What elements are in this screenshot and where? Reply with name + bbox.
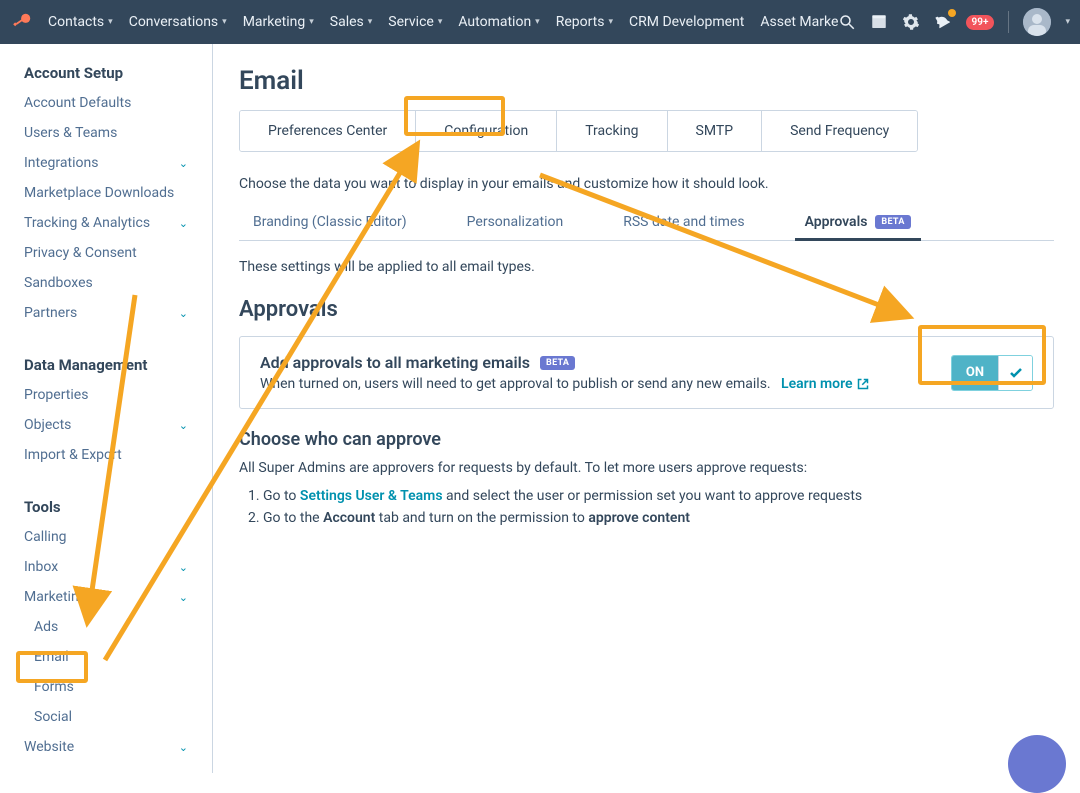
beta-badge: BETA <box>540 356 575 370</box>
caret-down-icon: ▾ <box>368 17 373 27</box>
sidebar-item-marketplace-downloads[interactable]: Marketplace Downloads <box>0 178 212 208</box>
sidebar-section-tools: Tools <box>0 488 212 522</box>
chevron-down-icon: ⌄ <box>179 419 188 432</box>
subtab-personalization[interactable]: Personalization <box>457 214 574 240</box>
steps-list: Go to Settings User & Teams and select t… <box>239 488 1054 526</box>
chevron-down-icon: ⌄ <box>179 591 188 604</box>
sidebar-item-users-teams[interactable]: Users & Teams <box>0 118 212 148</box>
settings-users-teams-link[interactable]: Settings User & Teams <box>300 488 443 504</box>
chevron-down-icon: ⌄ <box>179 741 188 754</box>
sidebar-section-data-management: Data Management <box>0 346 212 380</box>
search-icon[interactable] <box>838 13 856 31</box>
settings-icon[interactable] <box>902 13 920 31</box>
approvals-panel: Add approvals to all marketing emails BE… <box>239 336 1054 409</box>
sidebar-item-inbox[interactable]: Inbox⌄ <box>0 552 212 582</box>
sidebar-item-calling[interactable]: Calling <box>0 522 212 552</box>
panel-title: Add approvals to all marketing emails BE… <box>260 353 951 372</box>
chevron-down-icon: ⌄ <box>179 561 188 574</box>
sidebar-item-sandboxes[interactable]: Sandboxes <box>0 268 212 298</box>
sidebar-item-objects[interactable]: Objects⌄ <box>0 410 212 440</box>
external-link-icon <box>857 378 869 390</box>
main-content: Email Preferences Center Configuration T… <box>213 44 1080 773</box>
notifications-icon[interactable] <box>934 13 952 31</box>
tab-preferences-center[interactable]: Preferences Center <box>240 111 416 151</box>
caret-down-icon: ▾ <box>222 17 227 27</box>
tab-send-frequency[interactable]: Send Frequency <box>762 111 917 151</box>
tab-tracking[interactable]: Tracking <box>557 111 667 151</box>
nav-automation[interactable]: Automation▾ <box>458 14 539 30</box>
approvals-toggle[interactable]: ON <box>951 355 1033 391</box>
chevron-down-icon: ⌄ <box>179 217 188 230</box>
sidebar-item-website[interactable]: Website⌄ <box>0 732 212 762</box>
sidebar-item-integrations[interactable]: Integrations⌄ <box>0 148 212 178</box>
choose-approver-text: All Super Admins are approvers for reque… <box>239 460 1054 476</box>
sidebar-item-marketing-tools[interactable]: Marketing⌄ <box>0 582 212 612</box>
nav-conversations[interactable]: Conversations▾ <box>129 14 227 30</box>
approvals-heading: Approvals <box>239 297 1054 322</box>
sidebar-item-import-export[interactable]: Import & Export <box>0 440 212 470</box>
nav-asset-marketplace[interactable]: Asset Marketplace▾ <box>760 14 837 30</box>
nav-reports[interactable]: Reports▾ <box>556 14 613 30</box>
caret-down-icon: ▾ <box>309 17 314 27</box>
sidebar-subitem-email[interactable]: Email <box>0 642 212 672</box>
user-avatar[interactable] <box>1023 8 1051 36</box>
tab-smtp[interactable]: SMTP <box>668 111 763 151</box>
learn-more-link[interactable]: Learn more <box>781 376 868 392</box>
sidebar-item-properties[interactable]: Properties <box>0 380 212 410</box>
nav-items: Contacts▾ Conversations▾ Marketing▾ Sale… <box>48 14 838 30</box>
toggle-on-label: ON <box>952 356 998 390</box>
subtab-approvals-label: Approvals <box>805 214 868 230</box>
subtab-branding[interactable]: Branding (Classic Editor) <box>243 214 417 240</box>
divider <box>1008 11 1009 33</box>
chat-bubble[interactable] <box>1008 735 1066 793</box>
page-title: Email <box>239 66 1054 96</box>
subtab-approvals[interactable]: Approvals BETA <box>795 214 921 240</box>
subtab-rss[interactable]: RSS date and times <box>613 214 754 240</box>
chevron-down-icon: ⌄ <box>179 157 188 170</box>
settings-note: These settings will be applied to all em… <box>239 259 1054 275</box>
tab-configuration[interactable]: Configuration <box>416 111 557 151</box>
marketplace-icon[interactable] <box>870 13 888 31</box>
caret-down-icon: ▾ <box>438 17 443 27</box>
nav-crm-development[interactable]: CRM Development <box>629 14 744 30</box>
sidebar-subitem-social[interactable]: Social <box>0 702 212 732</box>
nav-sales[interactable]: Sales▾ <box>330 14 373 30</box>
notification-count-badge[interactable]: 99+ <box>966 15 995 30</box>
step-2: Go to the Account tab and turn on the pe… <box>263 510 1054 526</box>
hubspot-logo[interactable] <box>10 10 34 34</box>
check-icon <box>998 356 1032 390</box>
step-1: Go to Settings User & Teams and select t… <box>263 488 1054 504</box>
sidebar-item-privacy-consent[interactable]: Privacy & Consent <box>0 238 212 268</box>
nav-right: 99+ ▾ <box>838 8 1070 36</box>
choose-approver-heading: Choose who can approve <box>239 429 1054 450</box>
chevron-down-icon: ⌄ <box>179 307 188 320</box>
caret-down-icon: ▾ <box>535 17 540 27</box>
sidebar-item-partners[interactable]: Partners⌄ <box>0 298 212 328</box>
nav-marketing[interactable]: Marketing▾ <box>243 14 314 30</box>
sidebar-item-tracking-analytics[interactable]: Tracking & Analytics⌄ <box>0 208 212 238</box>
beta-badge: BETA <box>875 215 910 229</box>
caret-down-icon[interactable]: ▾ <box>1065 17 1070 27</box>
sidebar-subitem-ads[interactable]: Ads <box>0 612 212 642</box>
caret-down-icon: ▾ <box>108 17 113 27</box>
top-nav: Contacts▾ Conversations▾ Marketing▾ Sale… <box>0 0 1080 44</box>
caret-down-icon: ▾ <box>609 17 614 27</box>
tab-description: Choose the data you want to display in y… <box>239 176 1054 192</box>
panel-subtitle: When turned on, users will need to get a… <box>260 376 951 392</box>
nav-service[interactable]: Service▾ <box>388 14 442 30</box>
tabs-primary: Preferences Center Configuration Trackin… <box>239 110 918 152</box>
sidebar-subitem-forms[interactable]: Forms <box>0 672 212 702</box>
sidebar-section-account-setup: Account Setup <box>0 54 212 88</box>
nav-contacts[interactable]: Contacts▾ <box>48 14 113 30</box>
settings-sidebar: Account Setup Account Defaults Users & T… <box>0 44 213 773</box>
sidebar-item-account-defaults[interactable]: Account Defaults <box>0 88 212 118</box>
subtabs: Branding (Classic Editor) Personalizatio… <box>239 214 1054 241</box>
